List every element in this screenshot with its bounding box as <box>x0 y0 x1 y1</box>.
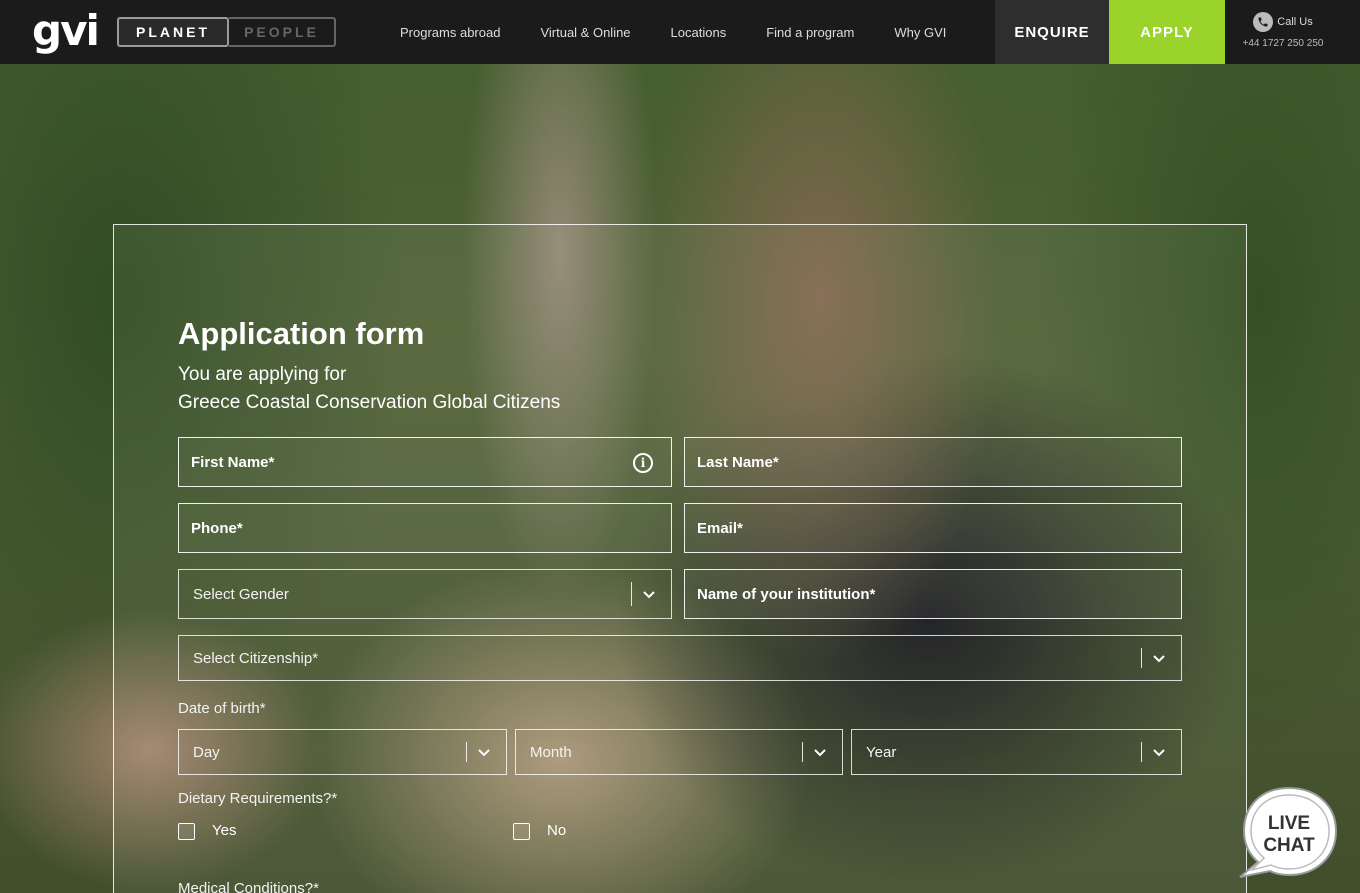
dob-month-placeholder: Month <box>530 743 572 761</box>
nav-find-a-program[interactable]: Find a program <box>766 25 854 40</box>
toggle-people[interactable]: PEOPLE <box>229 17 336 47</box>
live-chat-line2: CHAT <box>1263 835 1315 856</box>
first-name-field[interactable]: First Name* i <box>178 437 672 487</box>
nav-locations[interactable]: Locations <box>671 25 727 40</box>
select-separator <box>1141 648 1142 668</box>
last-name-placeholder: Last Name* <box>697 453 779 471</box>
nav-why-gvi[interactable]: Why GVI <box>894 25 946 40</box>
dob-day-placeholder: Day <box>193 743 220 761</box>
citizenship-select[interactable]: Select Citizenship* <box>178 635 1182 681</box>
live-chat-line1: LIVE <box>1268 813 1310 834</box>
dietary-no-checkbox[interactable] <box>513 823 530 840</box>
enquire-button[interactable]: ENQUIRE <box>995 0 1109 64</box>
site-header: gvi PLANET PEOPLE Programs abroad Virtua… <box>0 0 1360 64</box>
dietary-yes-checkbox[interactable] <box>178 823 195 840</box>
dob-month-select[interactable]: Month <box>515 729 843 775</box>
institution-placeholder: Name of your institution* <box>697 585 876 603</box>
dietary-yes-label[interactable]: Yes <box>212 822 236 839</box>
gender-placeholder: Select Gender <box>193 585 289 603</box>
nav-programs-abroad[interactable]: Programs abroad <box>400 25 500 40</box>
citizenship-placeholder: Select Citizenship* <box>193 649 319 667</box>
phone-field[interactable]: Phone* <box>178 503 672 553</box>
main-nav: Programs abroad Virtual & Online Locatio… <box>400 0 986 64</box>
dietary-label: Dietary Requirements?* <box>178 790 338 807</box>
chat-bubble-icon: LIVE CHAT <box>1239 786 1338 878</box>
gender-select[interactable]: Select Gender <box>178 569 672 619</box>
info-icon[interactable]: i <box>633 453 653 473</box>
institution-field[interactable]: Name of your institution* <box>684 569 1182 619</box>
dietary-no-label[interactable]: No <box>547 822 566 839</box>
dob-year-select[interactable]: Year <box>851 729 1182 775</box>
nav-virtual-online[interactable]: Virtual & Online <box>540 25 630 40</box>
apply-button[interactable]: APPLY <box>1109 0 1225 64</box>
call-us-label: Call Us <box>1277 16 1313 28</box>
last-name-field[interactable]: Last Name* <box>684 437 1182 487</box>
program-name: Greece Coastal Conservation Global Citiz… <box>178 392 561 413</box>
call-us-number[interactable]: +44 1727 250 250 <box>1232 38 1334 49</box>
applying-for-label: You are applying for <box>178 364 347 385</box>
chevron-down-icon <box>474 743 494 763</box>
select-separator <box>802 742 803 762</box>
live-chat-button[interactable]: LIVE CHAT <box>1238 785 1340 881</box>
first-name-placeholder: First Name* <box>191 453 275 471</box>
dob-day-select[interactable]: Day <box>178 729 507 775</box>
call-us[interactable]: Call Us +44 1727 250 250 <box>1232 12 1334 49</box>
select-separator <box>1141 742 1142 762</box>
select-separator <box>466 742 467 762</box>
chevron-down-icon <box>1149 649 1169 669</box>
planet-people-toggle: PLANET PEOPLE <box>117 17 336 47</box>
chevron-down-icon <box>1149 743 1169 763</box>
toggle-planet[interactable]: PLANET <box>117 17 229 47</box>
medical-label: Medical Conditions?* <box>178 880 319 893</box>
chevron-down-icon <box>639 585 659 605</box>
phone-placeholder: Phone* <box>191 519 243 537</box>
dob-year-placeholder: Year <box>866 743 897 761</box>
email-placeholder: Email* <box>697 519 743 537</box>
phone-icon <box>1253 12 1274 32</box>
logo[interactable]: gvi <box>32 8 100 54</box>
dob-label: Date of birth* <box>178 700 266 717</box>
select-separator <box>631 582 632 606</box>
page-title: Application form <box>178 316 425 351</box>
chevron-down-icon <box>810 743 830 763</box>
email-field[interactable]: Email* <box>684 503 1182 553</box>
